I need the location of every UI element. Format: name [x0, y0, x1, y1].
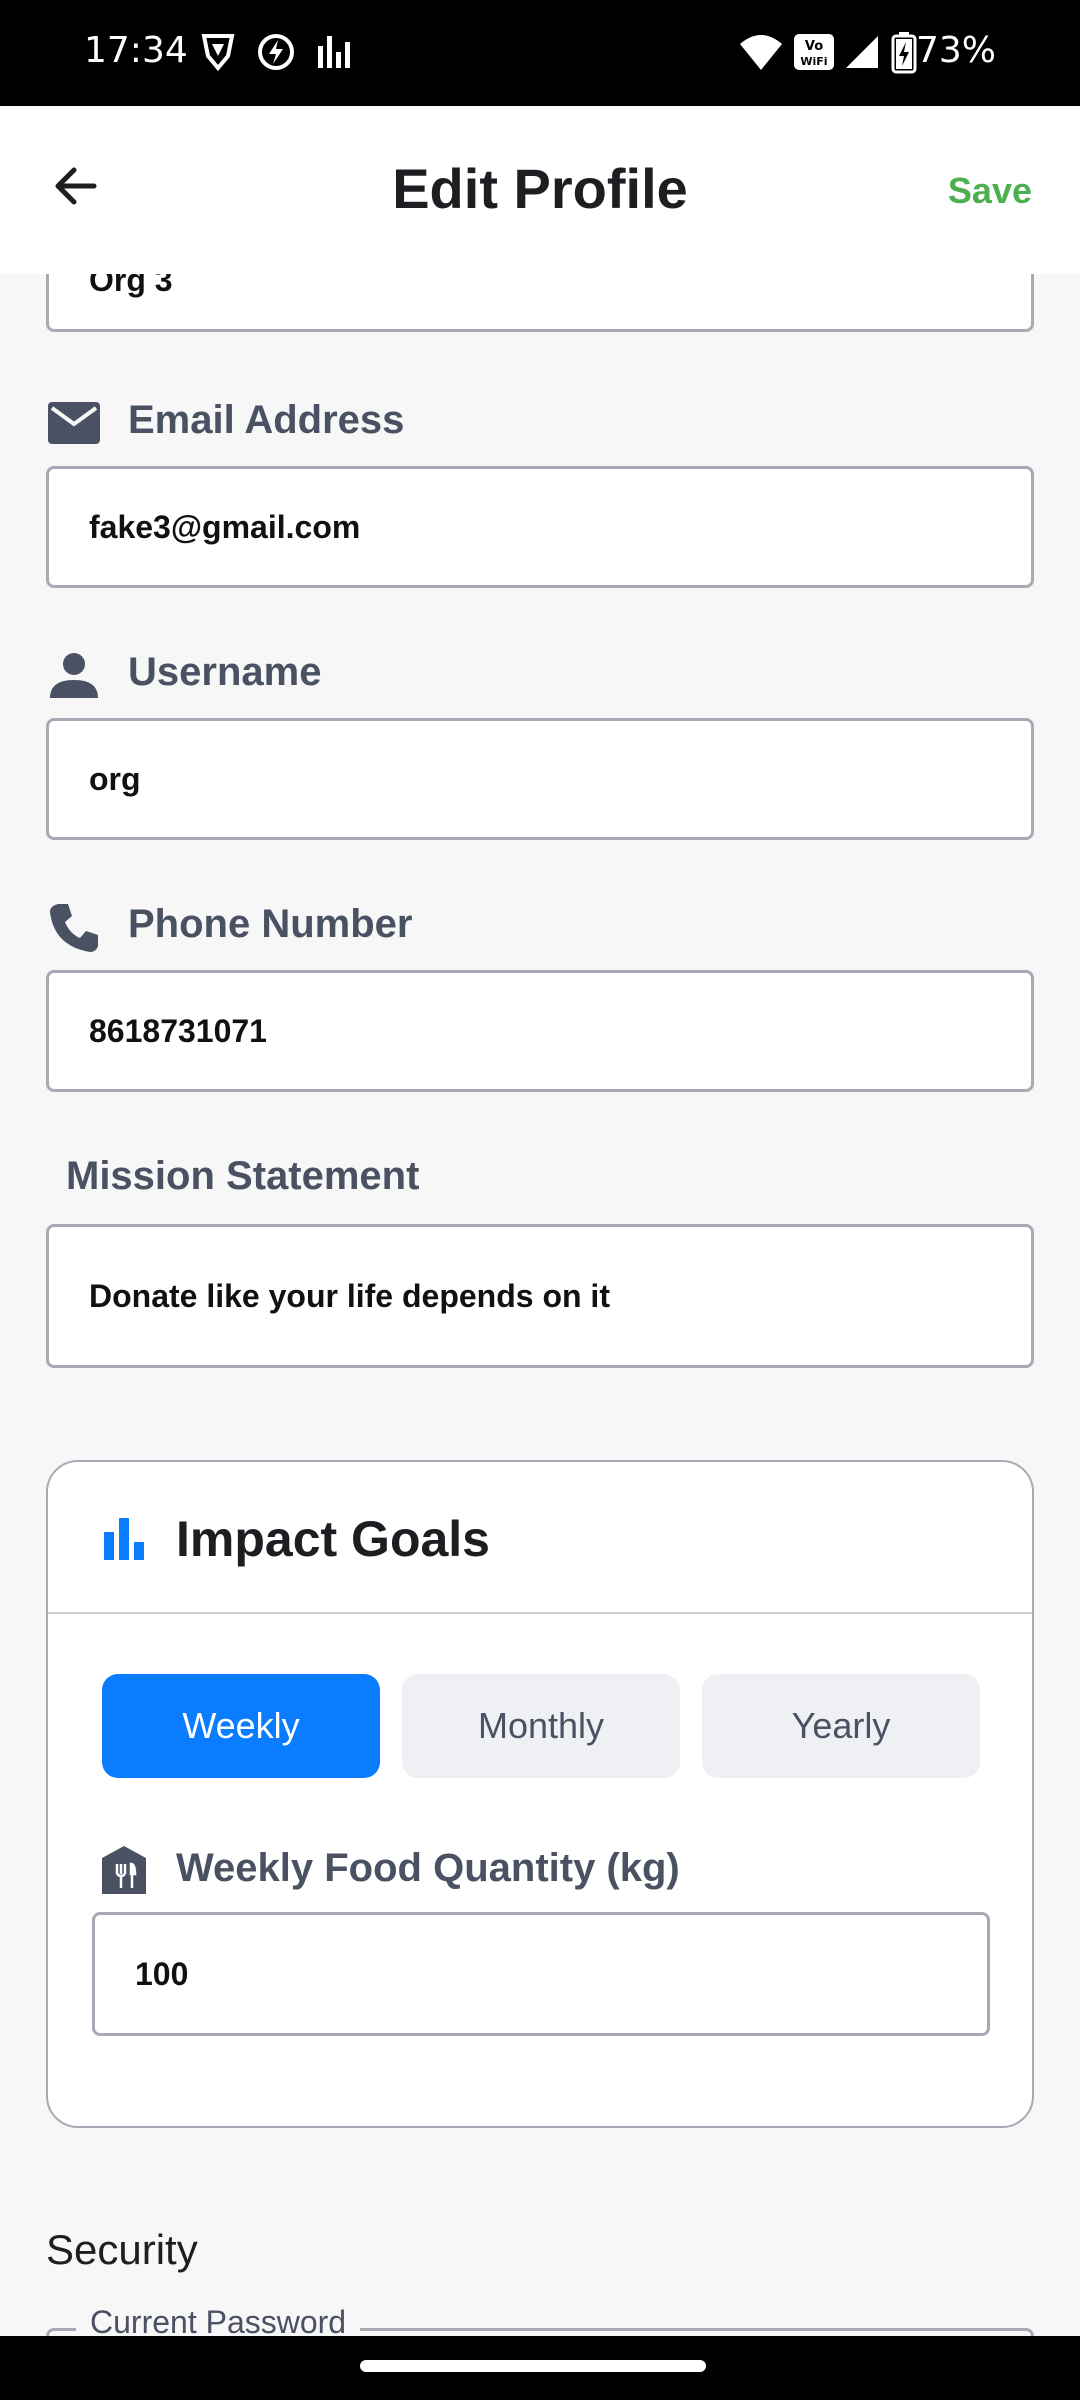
- username-label: Username: [128, 650, 322, 694]
- battery-icon: [891, 32, 917, 74]
- food-store-icon: [102, 1846, 146, 1894]
- vowifi-icon: Vo WiFi: [794, 34, 834, 70]
- security-heading: Security: [46, 2226, 198, 2273]
- envelope-icon: [48, 402, 100, 444]
- bar-chart-icon: [104, 1518, 144, 1560]
- activity-bars-icon: [318, 36, 350, 68]
- system-nav-bar: [0, 2336, 1080, 2400]
- mission-statement-field[interactable]: Donate like your life depends on it: [46, 1224, 1034, 1368]
- wifi-icon: [740, 35, 782, 70]
- username-field[interactable]: org: [46, 718, 1034, 840]
- charging-bolt-icon: [258, 34, 294, 70]
- person-icon: [50, 653, 98, 698]
- page-title: Edit Profile: [392, 157, 688, 220]
- phone-label: Phone Number: [128, 902, 413, 946]
- status-bar: 17:34 Vo WiFi 73%: [0, 0, 1080, 106]
- phone-icon: [50, 904, 98, 952]
- app-bar: Edit Profile Save: [0, 106, 1080, 274]
- impact-goals-card: Impact Goals Weekly Monthly Yearly Weekl…: [46, 1460, 1034, 2128]
- svg-text:Vo: Vo: [805, 39, 823, 54]
- mission-label: Mission Statement: [66, 1154, 420, 1198]
- current-password-label: Current Password: [76, 2304, 361, 2336]
- email-field[interactable]: fake3@gmail.com: [46, 466, 1034, 588]
- weekly-food-quantity-label: Weekly Food Quantity (kg): [176, 1846, 680, 1890]
- tab-weekly[interactable]: Weekly: [102, 1674, 380, 1778]
- save-button[interactable]: Save: [948, 170, 1032, 212]
- impact-goals-title: Impact Goals: [176, 1511, 490, 1567]
- svg-text:WiFi: WiFi: [800, 55, 827, 68]
- tab-monthly[interactable]: Monthly: [402, 1674, 680, 1778]
- status-time: 17:34: [84, 30, 188, 71]
- cell-signal-icon: [846, 36, 878, 68]
- email-label: Email Address: [128, 398, 405, 442]
- organization-name-input[interactable]: Org 3: [46, 274, 1034, 332]
- home-gesture-handle[interactable]: [360, 2360, 706, 2372]
- weekly-food-quantity-input[interactable]: 100: [92, 1912, 990, 2036]
- profile-form: Org 3 Email Address fake3@gmail.com User…: [0, 274, 1080, 2336]
- phone-field[interactable]: 8618731071: [46, 970, 1034, 1092]
- vpn-shield-icon: [201, 34, 235, 72]
- battery-percentage: 73%: [915, 30, 996, 71]
- impact-goals-header: Impact Goals: [48, 1462, 1032, 1614]
- tab-yearly[interactable]: Yearly: [702, 1674, 980, 1778]
